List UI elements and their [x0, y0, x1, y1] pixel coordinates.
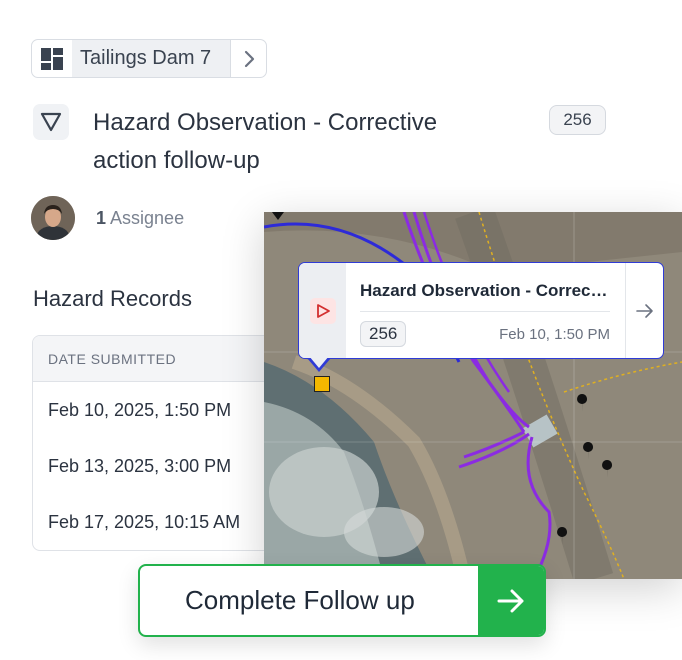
triangle-down-icon [33, 104, 69, 140]
page-title: Hazard Observation - Corrective action f… [93, 109, 438, 174]
popup-pointer-fill [309, 356, 329, 368]
arrow-right-icon[interactable] [625, 263, 663, 358]
popup-count-badge: 256 [360, 321, 407, 347]
popup-icon-panel [299, 263, 346, 358]
dashboard-grid-icon [32, 40, 72, 77]
table-row[interactable]: Feb 17, 2025, 10:15 AM [33, 494, 291, 550]
cta-label: Complete Follow up [185, 585, 415, 615]
popup-meta: 256 Feb 10, 1:50 PM [360, 311, 610, 347]
count-badge: 256 [549, 105, 606, 135]
breadcrumb[interactable]: Tailings Dam 7 [31, 39, 267, 78]
popup-title: Hazard Observation - Correcti… [360, 281, 610, 300]
map-marker[interactable] [314, 376, 330, 392]
table-row[interactable]: Feb 10, 2025, 1:50 PM [33, 382, 291, 438]
assignee-label: Assignee [110, 208, 185, 228]
play-triangle-icon [309, 297, 336, 324]
chevron-right-icon[interactable] [230, 40, 266, 77]
section-heading: Hazard Records [33, 286, 192, 311]
avatar[interactable] [31, 196, 75, 240]
popup-date: Feb 10, 1:50 PM [499, 325, 610, 343]
column-header-date[interactable]: DATE SUBMITTED [33, 336, 291, 382]
assignee-count[interactable]: 1 Assignee [96, 208, 184, 229]
breadcrumb-label[interactable]: Tailings Dam 7 [72, 40, 230, 77]
complete-follow-up-button[interactable]: Complete Follow up [138, 564, 546, 637]
records-table: DATE SUBMITTED Feb 10, 2025, 1:50 PM Feb… [32, 335, 292, 551]
map-popup[interactable]: Hazard Observation - Correcti… 256 Feb 1… [298, 262, 664, 372]
page: Tailings Dam 7 Hazard Observation - Corr… [0, 0, 682, 660]
arrow-right-icon [478, 566, 544, 635]
popup-content: Hazard Observation - Correcti… 256 Feb 1… [346, 263, 625, 358]
table-row[interactable]: Feb 13, 2025, 3:00 PM [33, 438, 291, 494]
assignee-number: 1 [96, 208, 107, 228]
